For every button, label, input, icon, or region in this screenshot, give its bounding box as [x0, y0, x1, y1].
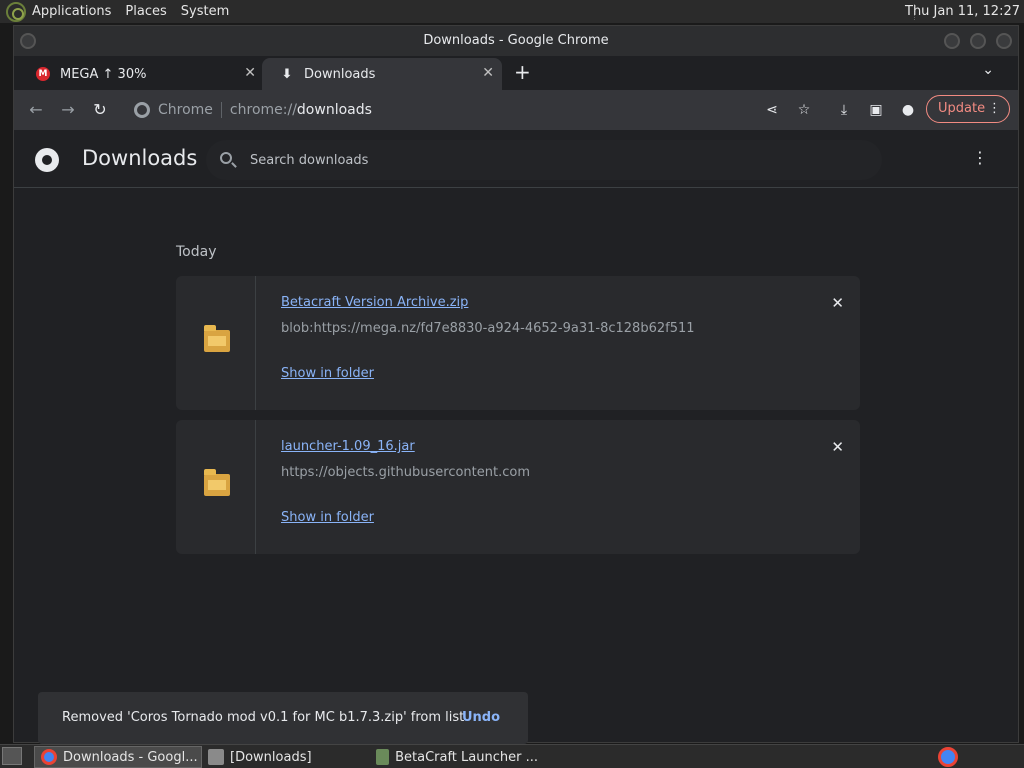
search-downloads-box[interactable] — [206, 140, 882, 180]
download-filename-link[interactable]: launcher-1.09_16.jar — [281, 439, 415, 454]
new-tab-plus-icon[interactable]: + — [514, 60, 531, 84]
chrome-window: Downloads - Google Chrome M MEGA ↑ 30% ✕… — [13, 25, 1019, 744]
taskbar-item-label: Downloads - Googl... — [63, 749, 198, 765]
window-menu-icon[interactable] — [20, 33, 36, 49]
maximize-icon[interactable] — [970, 33, 986, 49]
tab-strip: M MEGA ↑ 30% ✕ ⬇ Downloads ✕ + ⌄ — [14, 56, 1018, 90]
show-in-folder-link[interactable]: Show in folder — [281, 510, 374, 525]
back-arrow-icon[interactable]: ← — [26, 100, 46, 120]
download-item: launcher-1.09_16.jar https://objects.git… — [176, 420, 860, 554]
desktop-top-panel: Applications Places System Thu Jan 11, 1… — [0, 0, 1024, 24]
omnibox-site-label: Chrome — [158, 102, 213, 118]
side-panel-icon[interactable]: ▣ — [866, 100, 886, 120]
download-filename-link[interactable]: Betacraft Version Archive.zip — [281, 295, 468, 310]
update-button[interactable]: Update ⋮ — [926, 95, 1010, 123]
section-date-heading: Today — [176, 244, 217, 260]
menu-system[interactable]: System — [181, 4, 229, 19]
folder-app-icon — [208, 749, 224, 765]
close-tab-icon[interactable]: ✕ — [244, 65, 256, 81]
chrome-menu-kebab-icon[interactable]: ⋮ — [988, 96, 1001, 122]
downloads-toolbar-icon[interactable]: ⤓ — [834, 100, 854, 120]
profile-icon[interactable]: ● — [898, 100, 918, 120]
minimize-icon[interactable] — [944, 33, 960, 49]
window-title: Downloads - Google Chrome — [423, 33, 609, 48]
share-icon[interactable]: ⋖ — [762, 100, 782, 120]
taskbar-item-file-manager[interactable]: [Downloads] — [202, 746, 368, 768]
omnibox-divider — [220, 102, 222, 118]
archive-file-icon — [204, 325, 230, 352]
show-desktop-icon[interactable] — [2, 747, 22, 765]
taskbar-item-label: BetaCraft Launcher ... — [395, 749, 538, 765]
reload-icon[interactable]: ↻ — [90, 100, 110, 120]
download-item: Betacraft Version Archive.zip blob:https… — [176, 276, 860, 410]
downloads-header: Downloads ⋮ — [14, 130, 1018, 188]
archive-file-icon — [204, 469, 230, 496]
file-icon-area — [176, 420, 256, 554]
bookmark-star-icon[interactable]: ☆ — [794, 100, 814, 120]
chrome-app-icon — [41, 749, 57, 765]
remove-download-close-icon[interactable]: ✕ — [831, 438, 844, 456]
undo-button[interactable]: Undo — [462, 710, 500, 725]
os-logo-icon[interactable] — [6, 1, 26, 22]
omnibox-path: downloads — [296, 102, 372, 118]
search-input[interactable] — [250, 148, 850, 172]
browser-toolbar: ← → ↻ Chrome chrome:// downloads ⋖ ☆ ⤓ ▣… — [14, 90, 1018, 130]
window-titlebar[interactable]: Downloads - Google Chrome — [14, 26, 1018, 56]
download-source-url: https://objects.githubusercontent.com — [281, 465, 530, 480]
tab-search-chevron-icon[interactable]: ⌄ — [982, 62, 994, 78]
menu-places[interactable]: Places — [125, 4, 166, 19]
file-icon-area — [176, 276, 256, 410]
menu-applications[interactable]: Applications — [32, 4, 111, 19]
close-window-icon[interactable] — [996, 33, 1012, 49]
tab-downloads[interactable]: ⬇ Downloads ✕ — [262, 58, 502, 90]
chrome-logo-icon — [35, 148, 59, 172]
panel-clock[interactable]: Thu Jan 11, 12:27 — [905, 4, 1020, 19]
removed-toast: Removed 'Coros Tornado mod v0.1 for MC b… — [38, 692, 528, 744]
page-title: Downloads — [82, 146, 198, 170]
show-in-folder-link[interactable]: Show in folder — [281, 366, 374, 381]
omnibox-scheme: chrome:// — [229, 102, 297, 118]
tray-chrome-icon[interactable] — [938, 747, 958, 767]
omnibox[interactable]: Chrome chrome:// downloads — [126, 94, 758, 126]
taskbar-item-chrome[interactable]: Downloads - Googl... — [34, 746, 202, 768]
mega-icon: M — [36, 67, 50, 81]
tab-label: MEGA ↑ 30% — [60, 66, 147, 82]
close-tab-icon[interactable]: ✕ — [482, 65, 494, 81]
download-icon: ⬇ — [281, 66, 293, 82]
taskbar-item-label: [Downloads] — [230, 749, 312, 765]
downloads-page: Downloads ⋮ Today Betacraft Version Arch… — [14, 130, 1018, 744]
desktop-taskbar: Downloads - Googl... [Downloads] BetaCra… — [0, 744, 1024, 768]
update-label: Update — [938, 101, 986, 116]
page-menu-kebab-icon[interactable]: ⋮ — [972, 148, 988, 167]
remove-download-close-icon[interactable]: ✕ — [831, 294, 844, 312]
taskbar-item-betacraft[interactable]: BetaCraft Launcher ... — [370, 746, 538, 768]
download-source-url: blob:https://mega.nz/fd7e8830-a924-4652-… — [281, 321, 695, 336]
tab-label: Downloads — [304, 66, 376, 82]
chrome-site-icon — [134, 102, 150, 118]
betacraft-app-icon — [376, 749, 390, 765]
search-icon — [220, 152, 232, 164]
forward-arrow-icon[interactable]: → — [58, 100, 78, 120]
tab-mega[interactable]: M MEGA ↑ 30% ✕ — [18, 58, 264, 90]
toast-message: Removed 'Coros Tornado mod v0.1 for MC b… — [62, 710, 465, 725]
